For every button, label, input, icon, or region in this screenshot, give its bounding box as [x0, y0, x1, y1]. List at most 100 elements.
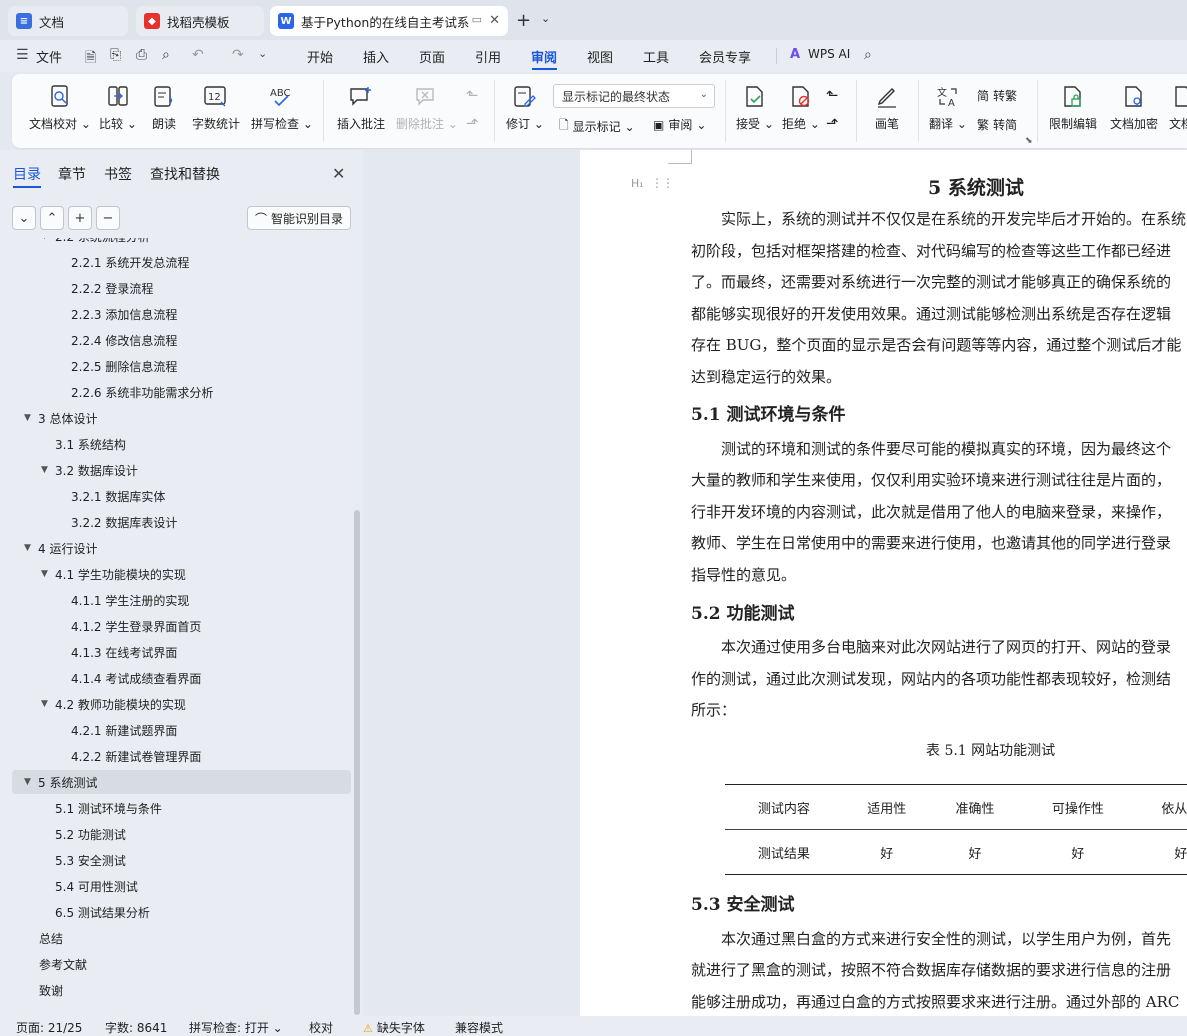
print-preview-icon[interactable]: ⌕: [162, 47, 170, 63]
tab-find-replace[interactable]: 查找和替换: [150, 164, 220, 184]
review-pane-button[interactable]: ▣ 审阅 ⌄: [653, 116, 706, 133]
toc-item[interactable]: 4.2.2 新建试卷管理界面: [71, 745, 201, 767]
undo-icon[interactable]: ↶: [192, 47, 204, 63]
previous-change-icon[interactable]: ⬑: [826, 86, 839, 104]
menu-reference[interactable]: 引用: [475, 47, 501, 66]
chevron-down-icon[interactable]: ⌄: [541, 12, 550, 25]
menu-view[interactable]: 视图: [587, 47, 613, 66]
toc-item[interactable]: 2.2.3 添加信息流程: [71, 303, 177, 325]
word-count-indicator[interactable]: 字数: 8641: [105, 1019, 167, 1036]
group-expand-icon[interactable]: ⬊: [1025, 136, 1033, 146]
toc-item[interactable]: 5.3 安全测试: [55, 849, 126, 871]
toc-item[interactable]: 4.1.2 学生登录界面首页: [71, 615, 201, 637]
toc-item[interactable]: 2.2.2 登录流程: [71, 277, 153, 299]
toc-item[interactable]: ▼ 4 运行设计: [24, 537, 97, 559]
to-simplified-button[interactable]: 繁 转简: [977, 116, 1017, 133]
document-page[interactable]: H₁ ⋮⋮ 5 系统测试 实际上，系统的测试并不仅仅是在系统的开发完毕后才开始的…: [580, 150, 1187, 1016]
hamburger-icon[interactable]: ☰: [16, 47, 29, 63]
encrypt-button[interactable]: 文档加密: [1110, 84, 1158, 132]
page-indicator[interactable]: 页面: 21/25: [16, 1019, 82, 1036]
proof-status[interactable]: 校对: [309, 1019, 333, 1036]
expand-up-button[interactable]: ⌃: [40, 206, 64, 230]
add-heading-button[interactable]: +: [68, 206, 92, 230]
more-chevron-icon[interactable]: ⌄: [258, 47, 267, 60]
expand-triangle-icon[interactable]: ▼: [41, 569, 55, 579]
share-icon[interactable]: ⎘: [110, 47, 121, 63]
heading-icon[interactable]: H₁: [631, 177, 644, 190]
next-comment-icon[interactable]: ⬏: [466, 114, 479, 132]
close-icon[interactable]: ✕: [332, 164, 345, 183]
toc-item[interactable]: 3.2.2 数据库表设计: [71, 511, 177, 533]
doc-more-button[interactable]: 文档: [1169, 84, 1187, 132]
missing-font-status[interactable]: ⚠ 缺失字体: [363, 1019, 425, 1036]
redo-icon[interactable]: ↷: [232, 47, 244, 63]
restrict-edit-button[interactable]: 限制编辑: [1049, 84, 1097, 132]
toc-item[interactable]: 6.5 测试结果分析: [55, 901, 150, 923]
toc-item[interactable]: 参考文献: [39, 953, 87, 975]
delete-comment-button[interactable]: 删除批注 ⌄: [396, 84, 458, 132]
remove-heading-button[interactable]: −: [96, 206, 120, 230]
new-tab-icon[interactable]: +: [516, 10, 531, 31]
toc-item[interactable]: 4.1.1 学生注册的实现: [71, 589, 189, 611]
read-aloud-button[interactable]: 朗读: [151, 84, 177, 132]
save-icon[interactable]: 🗎: [85, 47, 96, 71]
toc-item[interactable]: ▼ 4.1 学生功能模块的实现: [41, 563, 186, 585]
toc-item[interactable]: ▼ 4.2 教师功能模块的实现: [41, 693, 186, 715]
markup-state-select[interactable]: 显示标记的最终状态 ⌄: [553, 84, 715, 108]
collapse-all-button[interactable]: ⌄: [12, 206, 36, 230]
menu-tools[interactable]: 工具: [643, 47, 669, 66]
toc-item[interactable]: 4.1.3 在线考试界面: [71, 641, 177, 663]
word-count-button[interactable]: 12 字数统计: [192, 84, 240, 132]
tab-docs[interactable]: ≡ 文档: [8, 6, 128, 36]
expand-triangle-icon[interactable]: ▼: [41, 238, 55, 241]
search-icon[interactable]: ⌕: [864, 47, 872, 63]
tab-toc[interactable]: 目录: [13, 164, 41, 184]
expand-triangle-icon[interactable]: ▼: [24, 543, 38, 553]
toc-item[interactable]: 2.2.1 系统开发总流程: [71, 251, 189, 273]
toc-item[interactable]: ▼ 5 系统测试: [24, 771, 97, 793]
menu-review[interactable]: 审阅: [531, 47, 557, 66]
to-traditional-button[interactable]: 简 转繁: [977, 87, 1017, 104]
tab-bookmarks[interactable]: 书签: [104, 164, 132, 184]
toc-item[interactable]: 5.1 测试环境与条件: [55, 797, 162, 819]
toc-item[interactable]: ▼2.2 系统流程分析: [41, 238, 150, 247]
spell-check-status[interactable]: 拼写检查: 打开 ⌄: [189, 1019, 283, 1036]
menu-file[interactable]: 文件: [36, 47, 62, 66]
wps-ai-button[interactable]: WPS AI: [808, 47, 850, 61]
toc-item[interactable]: 2.2.6 系统非功能需求分析: [71, 381, 213, 403]
toc-item[interactable]: 4.1.4 考试成绩查看界面: [71, 667, 201, 689]
toc-item[interactable]: 总结: [39, 927, 63, 949]
toc-item[interactable]: 2.2.4 修改信息流程: [71, 329, 177, 351]
menu-start[interactable]: 开始: [307, 47, 333, 66]
previous-comment-icon[interactable]: ⬑: [466, 86, 479, 104]
show-markup-button[interactable]: 🗋 显示标记 ⌄: [559, 116, 635, 137]
menu-page[interactable]: 页面: [419, 47, 445, 66]
toc-item[interactable]: 5.4 可用性测试: [55, 875, 138, 897]
expand-triangle-icon[interactable]: ▼: [41, 699, 55, 709]
close-tab-icon[interactable]: ✕: [489, 13, 500, 28]
toc-item[interactable]: 2.2.5 删除信息流程: [71, 355, 177, 377]
track-changes-button[interactable]: 修订 ⌄: [506, 84, 544, 132]
ink-button[interactable]: 画笔: [874, 84, 900, 132]
accept-button[interactable]: 接受 ⌄: [736, 84, 774, 132]
toc-item[interactable]: 致谢: [39, 979, 63, 1001]
toc-item[interactable]: ▼ 3 总体设计: [24, 407, 97, 429]
spell-check-button[interactable]: ABC 拼写检查 ⌄: [251, 84, 313, 132]
reject-button[interactable]: 拒绝 ⌄: [782, 84, 820, 132]
toc-item[interactable]: 5.2 功能测试: [55, 823, 126, 845]
tab-docer[interactable]: ◆ 找稻壳模板: [136, 6, 264, 36]
insert-comment-button[interactable]: 插入批注: [337, 84, 385, 132]
toc-scrollbar[interactable]: [354, 510, 360, 1015]
menu-insert[interactable]: 插入: [363, 47, 389, 66]
toc-item[interactable]: 4.2.1 新建试题界面: [71, 719, 177, 741]
compare-button[interactable]: 比较 ⌄: [99, 84, 137, 132]
toc-item[interactable]: 3.2.1 数据库实体: [71, 485, 165, 507]
translate-button[interactable]: 文A 翻译 ⌄: [929, 84, 967, 132]
toc-item[interactable]: 3.1 系统结构: [55, 433, 126, 455]
print-icon[interactable]: ⎙: [136, 47, 147, 63]
smart-toc-button[interactable]: ⌒ 智能识别目录: [247, 206, 351, 230]
expand-triangle-icon[interactable]: ▼: [24, 413, 38, 423]
proofread-button[interactable]: 文档校对 ⌄: [29, 84, 91, 132]
next-change-icon[interactable]: ⬏: [826, 114, 839, 132]
tab-current-document[interactable]: W 基于Python的在线自主考试系 ▭ ✕: [270, 6, 508, 36]
